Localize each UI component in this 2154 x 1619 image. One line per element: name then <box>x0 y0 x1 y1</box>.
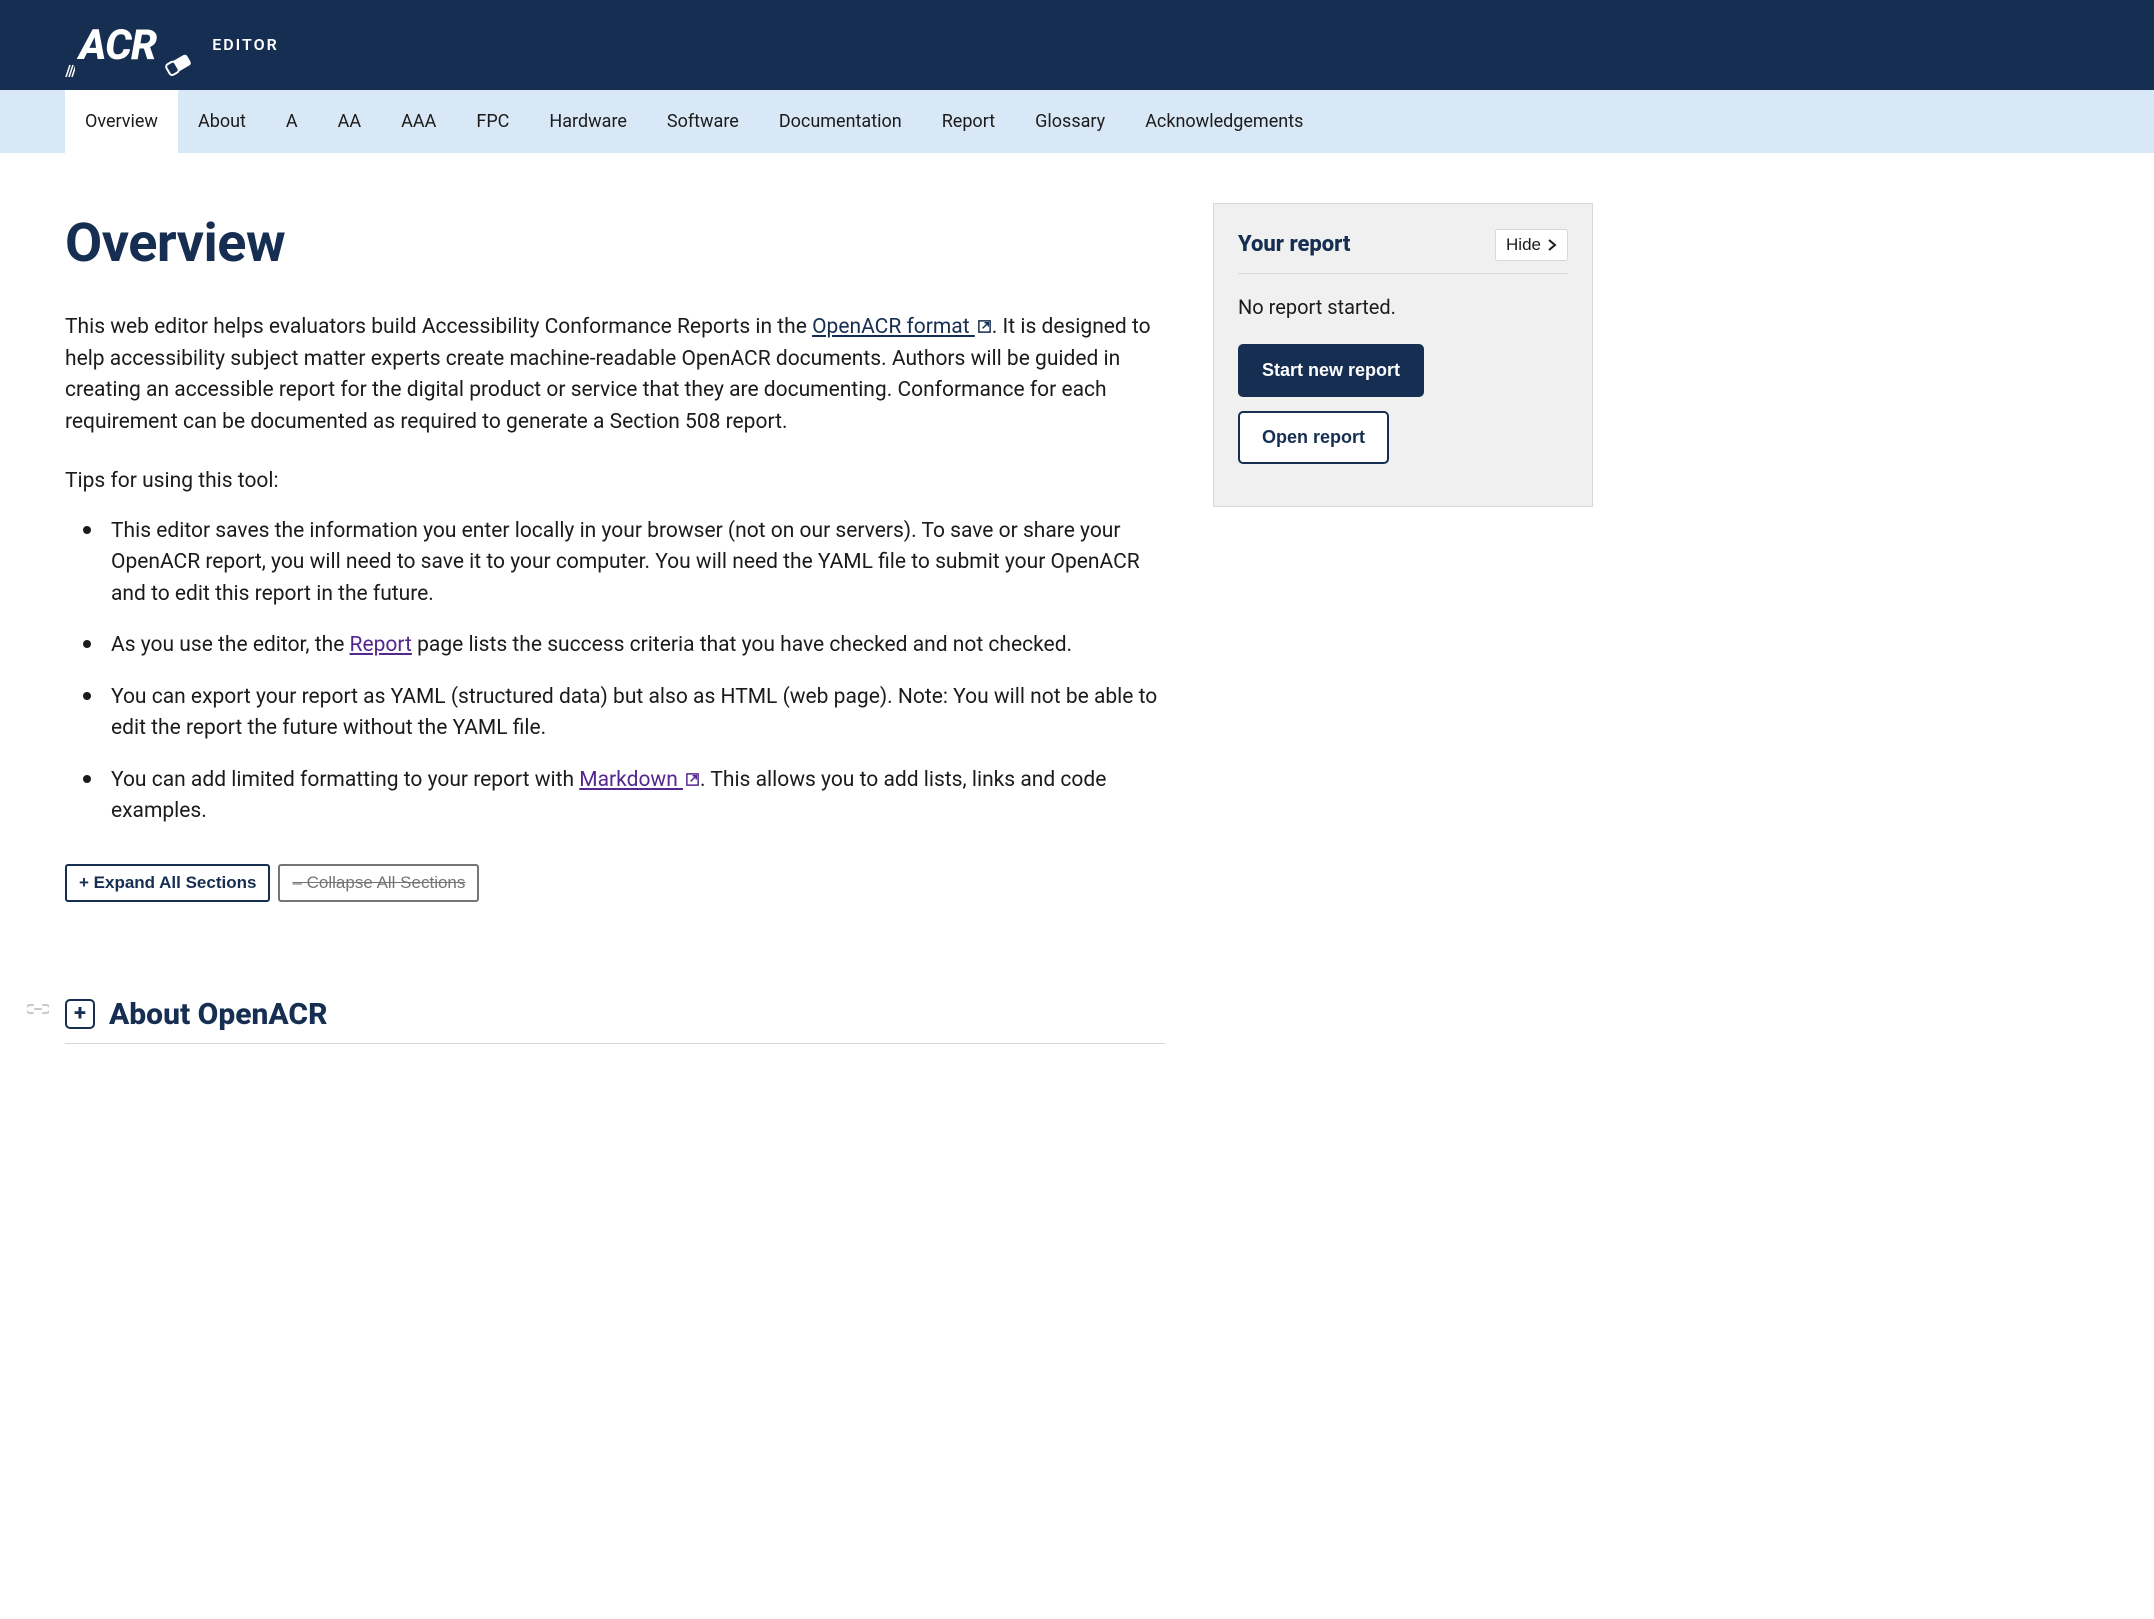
nav-aaa[interactable]: AAA <box>381 90 456 153</box>
accordion-title: About OpenACR <box>109 992 327 1037</box>
main-content: Overview This web editor helps evaluator… <box>65 203 1165 1044</box>
site-header: ACR EDITOR <box>0 0 2154 90</box>
tip-item: This editor saves the information you en… <box>111 516 1165 611</box>
card-header: Your report Hide <box>1238 228 1568 274</box>
nav-overview[interactable]: Overview <box>65 90 178 153</box>
nav-documentation[interactable]: Documentation <box>759 90 922 153</box>
logo-text: ACR <box>79 14 156 77</box>
tips-lead: Tips for using this tool: <box>65 466 1165 498</box>
openacr-format-link[interactable]: OpenACR format <box>812 315 992 339</box>
logo-lines-icon <box>65 61 75 77</box>
page-title: Overview <box>65 203 1165 284</box>
nav-software[interactable]: Software <box>647 90 759 153</box>
eraser-icon <box>162 51 194 77</box>
intro-pre: This web editor helps evaluators build A… <box>65 315 812 339</box>
external-link-icon <box>685 772 700 787</box>
sidebar: Your report Hide No report started. Star… <box>1213 203 1593 507</box>
expand-toggle-icon[interactable]: + <box>65 999 95 1029</box>
nav-glossary[interactable]: Glossary <box>1015 90 1125 153</box>
tip-item: You can add limited formatting to your r… <box>111 765 1165 828</box>
editor-label: EDITOR <box>212 33 279 57</box>
report-link[interactable]: Report <box>350 633 412 657</box>
expand-all-button[interactable]: + Expand All Sections <box>65 864 270 902</box>
logo-block[interactable]: ACR EDITOR <box>65 14 279 77</box>
nav-a[interactable]: A <box>266 90 318 153</box>
nav-about[interactable]: About <box>178 90 266 153</box>
report-status: No report started. <box>1238 292 1568 322</box>
markdown-link[interactable]: Markdown <box>579 768 700 792</box>
card-title: Your report <box>1238 228 1350 261</box>
your-report-card: Your report Hide No report started. Star… <box>1213 203 1593 507</box>
primary-nav: Overview About A AA AAA FPC Hardware Sof… <box>0 90 2154 153</box>
nav-hardware[interactable]: Hardware <box>529 90 647 153</box>
start-new-report-button[interactable]: Start new report <box>1238 344 1424 397</box>
tip-item: You can export your report as YAML (stru… <box>111 682 1165 745</box>
nav-acknowledgements[interactable]: Acknowledgements <box>1125 90 1323 153</box>
acr-logo: ACR <box>65 14 194 77</box>
intro-paragraph: This web editor helps evaluators build A… <box>65 312 1165 438</box>
collapse-all-button: – Collapse All Sections <box>278 864 479 902</box>
nav-aa[interactable]: AA <box>318 90 381 153</box>
section-button-row: + Expand All Sections – Collapse All Sec… <box>65 864 1165 902</box>
tip-item: As you use the editor, the Report page l… <box>111 630 1165 662</box>
hide-button[interactable]: Hide <box>1495 229 1568 261</box>
chevron-right-icon <box>1547 238 1557 252</box>
nav-report[interactable]: Report <box>922 90 1015 153</box>
external-link-icon <box>977 319 992 334</box>
nav-fpc[interactable]: FPC <box>456 90 529 153</box>
accordion-about-openacr[interactable]: + About OpenACR <box>65 992 1165 1044</box>
link-anchor-icon <box>27 1002 49 1016</box>
open-report-button[interactable]: Open report <box>1238 411 1389 464</box>
tips-list: This editor saves the information you en… <box>65 516 1165 828</box>
